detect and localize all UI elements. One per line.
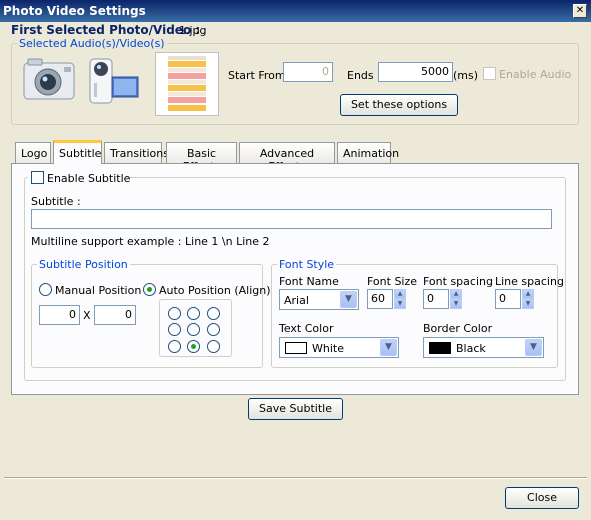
text-color-value: White — [312, 342, 344, 355]
first-selected-value: 1.jpg — [179, 24, 207, 37]
enable-audio-checkbox[interactable] — [483, 67, 496, 80]
tab-subtitle[interactable]: Subtitle — [53, 140, 102, 164]
document-thumbnail-icon — [155, 52, 219, 116]
auto-position-radio[interactable] — [143, 283, 156, 296]
spin-up-icon[interactable]: ▲ — [394, 289, 406, 299]
align-bottom-right-radio[interactable] — [207, 340, 220, 353]
spin-down-icon[interactable]: ▼ — [394, 299, 406, 309]
font-spacing-spinner[interactable]: ▲ ▼ — [450, 289, 462, 309]
set-options-button[interactable]: Set these options — [340, 94, 458, 116]
spin-up-icon[interactable]: ▲ — [450, 289, 462, 299]
enable-subtitle-checkbox[interactable] — [31, 171, 44, 184]
font-spacing-label: Font spacing — [423, 275, 493, 288]
auto-position-label: Auto Position (Align) — [159, 284, 271, 297]
start-from-input[interactable]: 0 — [283, 62, 333, 82]
text-color-swatch — [285, 342, 307, 354]
ends-label: Ends : — [347, 69, 381, 82]
subtitle-input[interactable] — [31, 209, 552, 229]
align-top-right-radio[interactable] — [207, 307, 220, 320]
font-style-legend: Font Style — [277, 258, 337, 271]
manual-position-radio[interactable] — [39, 283, 52, 296]
align-middle-center-radio[interactable] — [187, 323, 200, 336]
manual-position-label: Manual Position — [55, 284, 142, 297]
line-spacing-label: Line spacing — [495, 275, 564, 288]
tab-transitions[interactable]: Transitions — [104, 142, 169, 163]
border-color-value: Black — [456, 342, 486, 355]
border-color-label: Border Color — [423, 322, 493, 335]
ms-label: (ms) — [453, 69, 479, 82]
tab-animation[interactable]: Animation — [337, 142, 399, 163]
border-color-swatch — [429, 342, 451, 354]
tab-logo[interactable]: Logo — [15, 142, 51, 163]
align-middle-right-radio[interactable] — [207, 323, 220, 336]
spin-down-icon[interactable]: ▼ — [450, 299, 462, 309]
line-spacing-spinner[interactable]: ▲ ▼ — [522, 289, 534, 309]
enable-subtitle-label: Enable Subtitle — [47, 172, 131, 185]
position-x-separator: X — [83, 309, 91, 322]
align-bottom-center-radio[interactable] — [187, 340, 200, 353]
font-name-value: Arial — [284, 294, 309, 307]
ends-input[interactable]: 5000 — [378, 62, 453, 82]
multiline-hint: Multiline support example : Line 1 \n Li… — [31, 235, 270, 248]
save-subtitle-button[interactable]: Save Subtitle — [248, 398, 343, 420]
font-size-label: Font Size — [367, 275, 418, 288]
border-color-select[interactable]: Black ▼ — [423, 337, 544, 358]
text-color-label: Text Color — [279, 322, 334, 335]
font-size-input[interactable]: 60 — [367, 289, 393, 309]
font-name-label: Font Name — [279, 275, 339, 288]
first-selected-label: First Selected Photo/Video : — [11, 23, 201, 37]
window-title: Photo Video Settings — [3, 4, 146, 18]
align-bottom-left-radio[interactable] — [168, 340, 181, 353]
chevron-down-icon[interactable]: ▼ — [380, 339, 397, 356]
text-color-select[interactable]: White ▼ — [279, 337, 399, 358]
font-size-spinner[interactable]: ▲ ▼ — [394, 289, 406, 309]
align-top-center-radio[interactable] — [187, 307, 200, 320]
font-spacing-input[interactable]: 0 — [423, 289, 449, 309]
spin-down-icon[interactable]: ▼ — [522, 299, 534, 309]
align-top-left-radio[interactable] — [168, 307, 181, 320]
subtitle-position-legend: Subtitle Position — [37, 258, 130, 271]
tab-advanced-effects[interactable]: Advanced Effects — [239, 142, 335, 173]
enable-audio-label: Enable Audio — [499, 68, 572, 81]
font-name-select[interactable]: Arial ▼ — [279, 289, 359, 310]
close-button[interactable]: Close — [505, 487, 579, 509]
footer-divider — [4, 477, 587, 479]
position-y-input[interactable]: 0 — [94, 305, 136, 325]
window-titlebar: Photo Video Settings — [0, 0, 591, 22]
tab-basic-effects[interactable]: Basic Effects — [166, 142, 237, 173]
spin-up-icon[interactable]: ▲ — [522, 289, 534, 299]
chevron-down-icon[interactable]: ▼ — [525, 339, 542, 356]
align-grid — [159, 299, 232, 357]
line-spacing-input[interactable]: 0 — [495, 289, 521, 309]
subtitle-label: Subtitle : — [31, 195, 81, 208]
align-middle-left-radio[interactable] — [168, 323, 181, 336]
position-x-input[interactable]: 0 — [39, 305, 80, 325]
camcorder-icon — [84, 55, 142, 107]
media-group-legend: Selected Audio(s)/Video(s) — [17, 37, 167, 50]
camera-icon — [22, 55, 78, 103]
window-close-button[interactable]: ✕ — [573, 4, 587, 18]
chevron-down-icon[interactable]: ▼ — [340, 291, 357, 308]
